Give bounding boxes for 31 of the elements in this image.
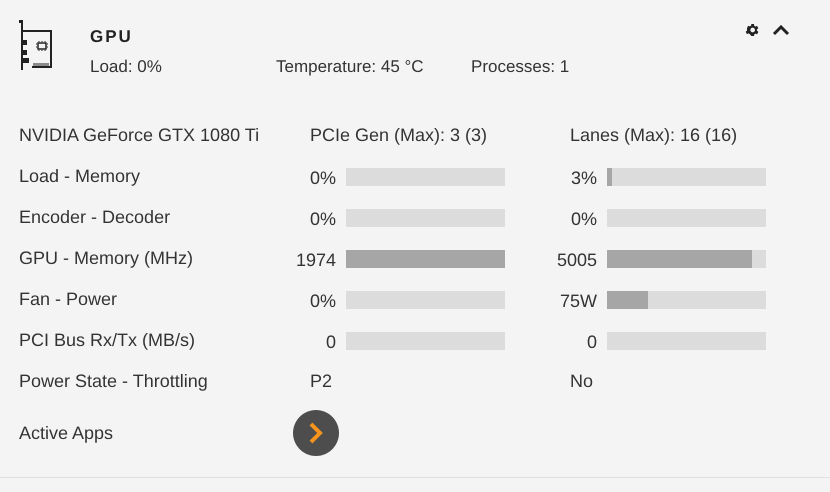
reading-text: 75W [560, 290, 597, 313]
collapse-icon[interactable] [772, 24, 790, 36]
reading-text: 5005 [556, 249, 597, 272]
row-label: Active Apps [19, 422, 114, 442]
value-text: Lanes (Max): 16 (16) [570, 125, 738, 145]
reading-text: 0% [570, 208, 597, 231]
reading-text: 0% [310, 208, 336, 231]
next-button[interactable] [293, 410, 339, 456]
settings-icon[interactable] [744, 22, 760, 38]
value-text: No [570, 371, 594, 391]
reading-text: 0% [310, 167, 336, 190]
row-label: Load - Memory [19, 166, 140, 186]
reading-text: 1974 [296, 249, 336, 272]
reading-text: 0% [310, 290, 336, 313]
graphics-card-icon [19, 20, 53, 70]
value-text: P2 [310, 371, 332, 391]
row-label: Power State - Throttling [19, 371, 208, 391]
stat-text: Load: 0% [90, 56, 162, 76]
chevron-right-icon [309, 422, 323, 444]
stat-text: Processes: 1 [471, 56, 570, 76]
card-title: GPU [90, 26, 133, 48]
row-label: PCI Bus Rx/Tx (MB/s) [19, 330, 196, 350]
row-label: NVIDIA GeForce GTX 1080 Ti [19, 125, 260, 145]
reading-text: 0 [586, 331, 597, 354]
row-label: GPU - Memory (MHz) [19, 248, 193, 268]
reading-text: 3% [570, 167, 597, 190]
row-label: Encoder - Decoder [19, 207, 170, 227]
value-text: PCIe Gen (Max): 3 (3) [310, 125, 488, 145]
stat-text: Temperature: 45 °C [276, 56, 424, 76]
reading-text: 0 [326, 331, 336, 354]
row-label: Fan - Power [19, 289, 118, 309]
